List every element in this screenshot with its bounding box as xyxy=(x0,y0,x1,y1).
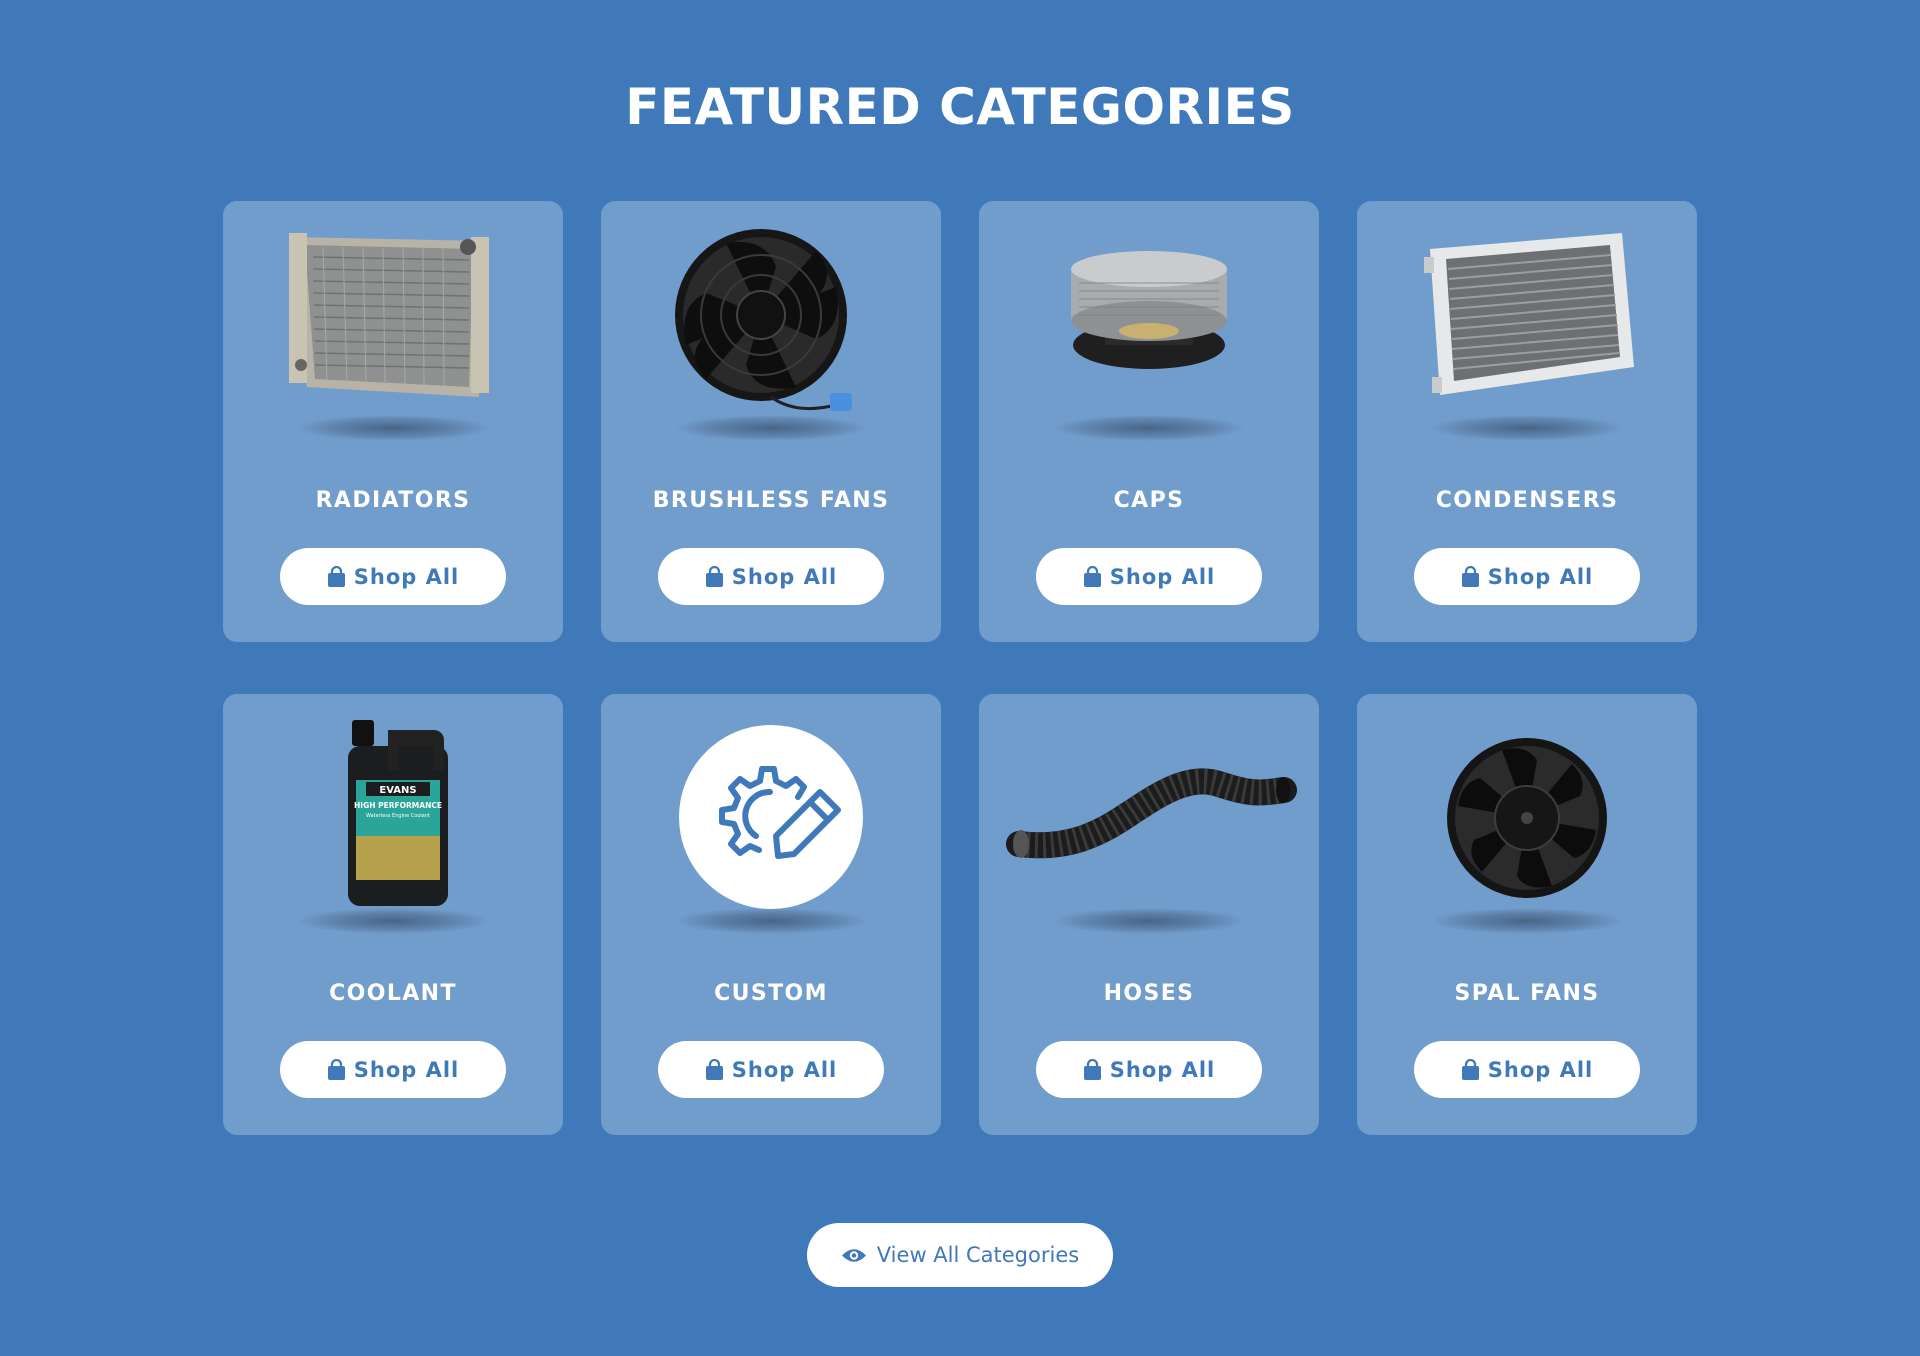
shopping-bag-icon xyxy=(1083,565,1101,587)
spal-fan-image xyxy=(1447,738,1607,898)
shop-all-button[interactable]: Shop All xyxy=(1414,1041,1640,1098)
category-card-brushless-fans[interactable]: BRUSHLESS FANS Shop All xyxy=(601,201,941,642)
shop-all-button[interactable]: Shop All xyxy=(1414,548,1640,605)
shop-all-button[interactable]: Shop All xyxy=(658,1041,884,1098)
shopping-bag-icon xyxy=(1461,1058,1479,1080)
coolant-tagline: Waterless Engine Coolant xyxy=(366,813,430,819)
shopping-bag-icon xyxy=(1083,1058,1101,1080)
shop-all-label: Shop All xyxy=(353,1057,460,1082)
shop-all-label: Shop All xyxy=(731,1057,838,1082)
radiator-image xyxy=(289,233,489,397)
shop-all-button[interactable]: Shop All xyxy=(280,1041,506,1098)
shopping-bag-icon xyxy=(327,1058,345,1080)
category-name: BRUSHLESS FANS xyxy=(652,488,890,513)
view-all-categories-button[interactable]: View All Categories xyxy=(807,1223,1113,1287)
category-name: CONDENSERS xyxy=(1435,488,1619,513)
condenser-image xyxy=(1424,233,1634,395)
view-all-label: View All Categories xyxy=(876,1243,1080,1267)
category-card-custom[interactable]: CUSTOM Shop All xyxy=(601,694,941,1135)
cap-image xyxy=(1071,251,1227,369)
shopping-bag-icon xyxy=(327,565,345,587)
coolant-product: HIGH PERFORMANCE xyxy=(354,801,442,810)
category-card-condensers[interactable]: CONDENSERS Shop All xyxy=(1357,201,1697,642)
shopping-bag-icon xyxy=(705,1058,723,1080)
hose-image xyxy=(1006,768,1297,859)
category-name: HOSES xyxy=(1103,981,1195,1006)
shop-all-button[interactable]: Shop All xyxy=(1036,548,1262,605)
brushless-fan-image xyxy=(675,229,852,411)
shop-all-button[interactable]: Shop All xyxy=(280,548,506,605)
shop-all-label: Shop All xyxy=(1109,564,1216,589)
shop-all-label: Shop All xyxy=(1487,1057,1594,1082)
category-name: CUSTOM xyxy=(714,981,828,1006)
shop-all-label: Shop All xyxy=(1487,564,1594,589)
shop-all-label: Shop All xyxy=(353,564,460,589)
category-card-caps[interactable]: CAPS Shop All xyxy=(979,201,1319,642)
category-name: RADIATORS xyxy=(315,488,471,513)
coolant-brand: EVANS xyxy=(379,785,416,796)
coolant-jug-image: EVANS HIGH PERFORMANCE Waterless Engine … xyxy=(348,720,448,906)
eye-icon xyxy=(841,1248,866,1262)
category-name: CAPS xyxy=(1113,488,1185,513)
category-name: COOLANT xyxy=(329,981,457,1006)
shopping-bag-icon xyxy=(1461,565,1479,587)
category-card-spal-fans[interactable]: SPAL FANS Shop All xyxy=(1357,694,1697,1135)
shopping-bag-icon xyxy=(705,565,723,587)
shop-all-button[interactable]: Shop All xyxy=(1036,1041,1262,1098)
category-card-coolant[interactable]: EVANS HIGH PERFORMANCE Waterless Engine … xyxy=(223,694,563,1135)
category-name: SPAL FANS xyxy=(1454,981,1600,1006)
category-card-radiators[interactable]: RADIATORS Shop All xyxy=(223,201,563,642)
shop-all-label: Shop All xyxy=(1109,1057,1216,1082)
categories-grid: RADIATORS Shop All BRUSHLESS FANS Shop A… xyxy=(223,201,1697,1135)
category-card-hoses[interactable]: HOSES Shop All xyxy=(979,694,1319,1135)
section-title: FEATURED CATEGORIES xyxy=(625,78,1295,136)
gear-pencil-icon xyxy=(679,725,863,909)
shop-all-button[interactable]: Shop All xyxy=(658,548,884,605)
shop-all-label: Shop All xyxy=(731,564,838,589)
